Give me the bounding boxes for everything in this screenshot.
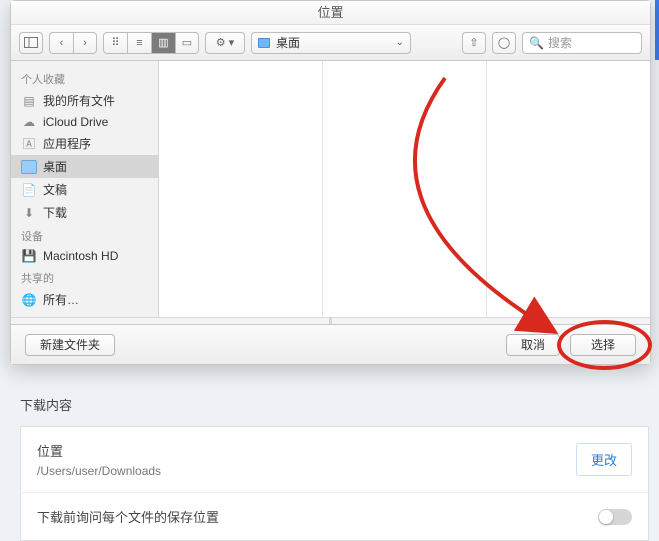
- list-icon: ≡: [136, 37, 142, 49]
- button-label: 取消: [521, 336, 545, 353]
- column-view-button[interactable]: ▥: [151, 32, 175, 54]
- column-3[interactable]: [487, 61, 650, 317]
- sidebar-item-label: 桌面: [43, 158, 67, 175]
- dialog-body: 个人收藏 ▤ 我的所有文件 ☁︎ iCloud Drive 🄰 应用程序 桌面 📄 文稿…: [11, 61, 650, 317]
- new-folder-button[interactable]: 新建文件夹: [25, 334, 115, 356]
- location-path: /Users/user/Downloads: [37, 464, 161, 478]
- sidebar-item-mac-hd[interactable]: 💾 Macintosh HD: [11, 246, 158, 266]
- download-settings: 下载内容 位置 /Users/user/Downloads 更改 下载前询问每个…: [20, 395, 649, 541]
- section-devices: 设备: [11, 224, 158, 246]
- coverflow-icon: ▭: [182, 36, 192, 49]
- arrange-button[interactable]: ⚙︎▾: [205, 32, 245, 54]
- sidebar-item-label: Macintosh HD: [43, 249, 118, 263]
- arrange-icon: ⚙︎: [216, 36, 226, 49]
- apps-icon: 🄰: [21, 137, 37, 151]
- icon-view-button[interactable]: ⠿: [103, 32, 127, 54]
- sidebar-item-all-shared[interactable]: 🌐 所有…: [11, 288, 158, 311]
- settings-card: 位置 /Users/user/Downloads 更改 下载前询问每个文件的保存…: [20, 426, 649, 541]
- chevron-left-icon: ‹: [60, 37, 64, 49]
- ask-toggle[interactable]: [598, 509, 632, 525]
- allfiles-icon: ▤: [21, 94, 37, 108]
- cloud-icon: ☁︎: [21, 115, 37, 129]
- column-resizer[interactable]: ‖: [11, 317, 650, 324]
- search-placeholder: 搜索: [548, 34, 572, 51]
- document-icon: 📄: [21, 183, 37, 197]
- location-dialog: 位置 ‹ › ⠿ ≡ ▥ ▭ ⚙︎▾ 桌面 ⌄ ⇧ ◯ 🔍 搜索 个人收: [10, 0, 651, 365]
- nav-buttons: ‹ ›: [49, 32, 97, 54]
- sidebar-item-apps[interactable]: 🄰 应用程序: [11, 132, 158, 155]
- sidebar-item-label: iCloud Drive: [43, 115, 108, 129]
- dialog-title: 位置: [11, 1, 650, 25]
- sidebar: 个人收藏 ▤ 我的所有文件 ☁︎ iCloud Drive 🄰 应用程序 桌面 📄 文稿…: [11, 61, 159, 317]
- back-button[interactable]: ‹: [49, 32, 73, 54]
- search-input[interactable]: 🔍 搜索: [522, 32, 642, 54]
- sidebar-item-all-files[interactable]: ▤ 我的所有文件: [11, 89, 158, 112]
- folder-icon: [258, 38, 270, 48]
- dialog-footer: 新建文件夹 取消 选择: [11, 324, 650, 364]
- section-favorites: 个人收藏: [11, 67, 158, 89]
- share-button[interactable]: ⇧: [462, 32, 486, 54]
- chevron-down-icon: ▾: [229, 36, 235, 49]
- location-label: 位置: [37, 441, 161, 460]
- change-button[interactable]: 更改: [576, 443, 632, 476]
- sidebar-item-desktop[interactable]: 桌面: [11, 155, 158, 178]
- network-icon: 🌐: [21, 293, 37, 307]
- row-location: 位置 /Users/user/Downloads 更改: [21, 427, 648, 493]
- search-icon: 🔍: [529, 36, 544, 50]
- tag-icon: ◯: [498, 36, 510, 49]
- settings-heading: 下载内容: [20, 395, 649, 414]
- list-view-button[interactable]: ≡: [127, 32, 151, 54]
- sidebar-item-documents[interactable]: 📄 文稿: [11, 178, 158, 201]
- sidebar-toggle-button[interactable]: [19, 32, 43, 54]
- sidebar-item-label: 下载: [43, 204, 67, 221]
- sidebar-item-icloud[interactable]: ☁︎ iCloud Drive: [11, 112, 158, 132]
- window-edge: [655, 0, 659, 60]
- toolbar: ‹ › ⠿ ≡ ▥ ▭ ⚙︎▾ 桌面 ⌄ ⇧ ◯ 🔍 搜索: [11, 25, 650, 61]
- folder-icon: [21, 160, 37, 174]
- ask-label: 下载前询问每个文件的保存位置: [37, 507, 219, 526]
- grid-small-icon: ⠿: [111, 36, 119, 49]
- choose-button[interactable]: 选择: [570, 334, 636, 356]
- updown-icon: ⌄: [396, 37, 404, 48]
- sidebar-item-label: 应用程序: [43, 135, 91, 152]
- button-label: 选择: [591, 336, 615, 353]
- coverflow-view-button[interactable]: ▭: [175, 32, 199, 54]
- forward-button[interactable]: ›: [73, 32, 97, 54]
- location-dropdown[interactable]: 桌面 ⌄: [251, 32, 411, 54]
- sidebar-item-downloads[interactable]: ⬇︎ 下载: [11, 201, 158, 224]
- column-2[interactable]: [323, 61, 487, 317]
- chevron-right-icon: ›: [83, 37, 87, 49]
- cancel-button[interactable]: 取消: [506, 334, 560, 356]
- columns-icon: ▥: [158, 36, 168, 49]
- download-icon: ⬇︎: [21, 206, 37, 220]
- row-ask-each-file: 下载前询问每个文件的保存位置: [21, 493, 648, 540]
- disk-icon: 💾: [21, 249, 37, 263]
- sidebar-item-label: 所有…: [43, 291, 79, 308]
- column-area: [159, 61, 650, 317]
- tags-button[interactable]: ◯: [492, 32, 516, 54]
- view-mode: ⠿ ≡ ▥ ▭: [103, 32, 199, 54]
- location-label: 桌面: [276, 34, 300, 51]
- column-1[interactable]: [159, 61, 323, 317]
- sidebar-item-label: 我的所有文件: [43, 92, 115, 109]
- button-label: 新建文件夹: [40, 336, 100, 353]
- share-icon: ⇧: [469, 36, 478, 49]
- section-shared: 共享的: [11, 266, 158, 288]
- sidebar-item-label: 文稿: [43, 181, 67, 198]
